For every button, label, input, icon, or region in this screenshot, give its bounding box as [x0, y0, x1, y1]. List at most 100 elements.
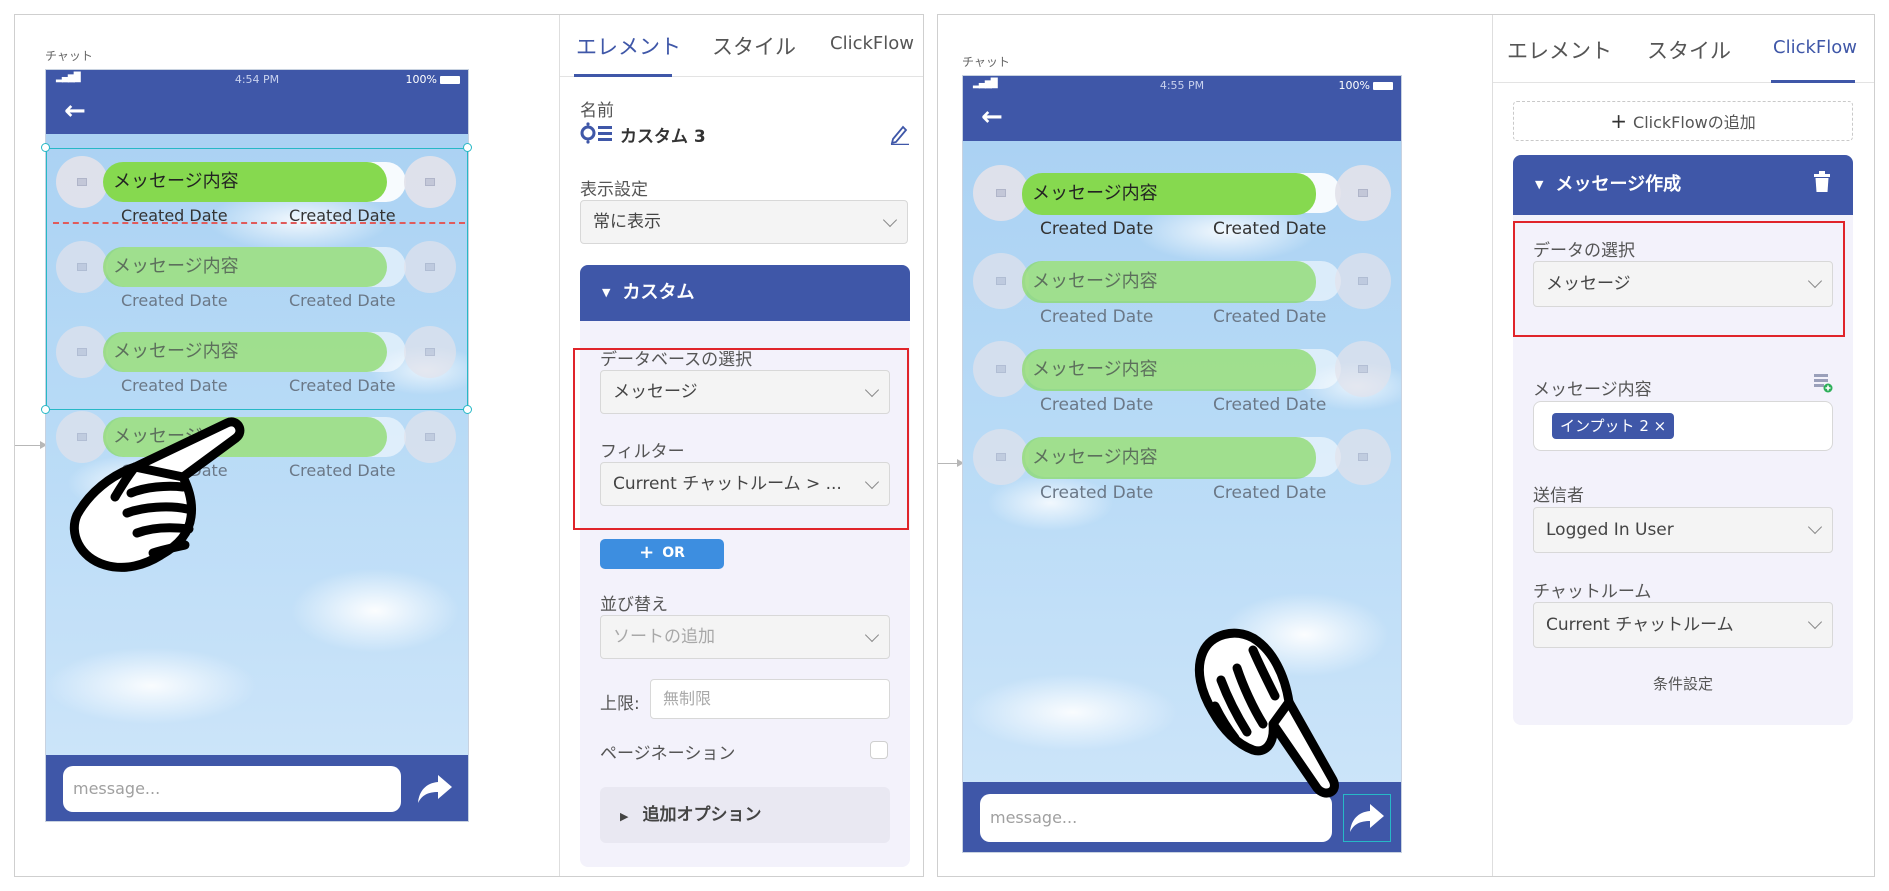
add-or-filter-button[interactable]: + OR: [600, 539, 724, 569]
canvas-page-label: チャット: [962, 55, 1010, 69]
editor-canvas: チャット ▂▄▆█ 4:54 PM 100% ← メッセージ内容 Created…: [15, 15, 560, 876]
resize-handle[interactable]: [463, 143, 472, 152]
cell-divider: [53, 222, 465, 224]
display-setting-select[interactable]: 常に表示: [580, 200, 908, 244]
canvas-page-label: チャット: [45, 49, 93, 63]
tab-clickflow[interactable]: ClickFlow: [1773, 37, 1857, 58]
message-bubble: メッセージ内容: [1022, 349, 1316, 391]
custom-section-header[interactable]: ▼ カスタム: [580, 265, 910, 321]
list-item[interactable]: メッセージ内容 Created Date Created Date: [963, 427, 1401, 503]
created-date: Created Date: [1040, 307, 1154, 327]
sort-label: 並び替え: [600, 595, 668, 615]
highlight-box: [573, 348, 909, 530]
message-input[interactable]: message...: [63, 766, 401, 812]
tab-element[interactable]: エレメント: [1507, 35, 1612, 65]
limit-input[interactable]: 無制限: [650, 679, 890, 719]
pointing-hand-icon: [65, 415, 255, 589]
list-item[interactable]: メッセージ内容 Created Date Created Date: [963, 339, 1401, 415]
status-time: 4:54 PM: [234, 73, 280, 86]
active-tab-indicator: [1771, 80, 1855, 83]
send-arrow-icon[interactable]: [412, 766, 458, 812]
pagination-checkbox[interactable]: [870, 741, 888, 759]
message-input-bar: message...: [46, 755, 468, 821]
sender-select[interactable]: Logged In User: [1533, 507, 1833, 553]
avatar: [404, 411, 456, 463]
pointing-hand-icon: [1193, 620, 1353, 804]
properties-panel: エレメント スタイル ClickFlow + ClickFlowの追加 ▼ メッセー…: [1492, 15, 1874, 876]
properties-panel: エレメント スタイル ClickFlow 名前 カスタム 3 表示設定 常に表示…: [559, 15, 923, 876]
created-date: Created Date: [289, 461, 396, 480]
tab-style[interactable]: スタイル: [712, 31, 796, 61]
right-screenshot-panel: チャット ▂▄▆█ 4:55 PM 100% ← メッセージ内容 Created…: [937, 14, 1875, 877]
resize-handle[interactable]: [41, 143, 50, 152]
element-name: カスタム 3: [620, 127, 706, 147]
chevron-down-icon: [1807, 614, 1823, 630]
editor-canvas: チャット ▂▄▆█ 4:55 PM 100% ← メッセージ内容 Created…: [938, 15, 1493, 876]
status-bar: ▂▄▆█ 4:54 PM 100%: [46, 70, 468, 89]
avatar: [973, 429, 1029, 485]
created-date: Created Date: [1213, 395, 1327, 415]
status-time: 4:55 PM: [1159, 79, 1205, 92]
condition-settings-link[interactable]: 条件設定: [1653, 673, 1713, 694]
custom-element-icon: [580, 122, 614, 144]
avatar: [973, 341, 1029, 397]
left-screenshot-panel: チャット ▂▄▆█ 4:54 PM 100% ← メッセージ内容 Created…: [14, 14, 924, 877]
tab-element[interactable]: エレメント: [576, 31, 681, 61]
message-bubble: メッセージ内容: [1022, 437, 1316, 479]
active-tab-indicator: [574, 74, 672, 77]
message-content-input[interactable]: インプット 2 ×: [1533, 401, 1833, 451]
battery-icon: [1373, 82, 1393, 90]
plus-icon: +: [1610, 109, 1628, 133]
back-arrow-icon[interactable]: ←: [981, 103, 1003, 131]
chevron-down-icon: [864, 627, 880, 643]
battery-icon: [440, 76, 460, 84]
display-setting-label: 表示設定: [580, 180, 648, 200]
list-item[interactable]: メッセージ内容 Created Date Created Date: [963, 251, 1401, 327]
plus-icon: +: [639, 542, 655, 563]
tab-clickflow[interactable]: ClickFlow: [830, 33, 914, 54]
flow-connector: [938, 459, 964, 467]
repeating-group-selection[interactable]: [46, 148, 468, 410]
caret-right-icon: ▶: [620, 810, 629, 823]
battery-indicator: 100%: [1339, 79, 1393, 92]
tab-style[interactable]: スタイル: [1647, 35, 1731, 65]
sort-select[interactable]: ソートの追加: [600, 615, 890, 659]
avatar: [1335, 253, 1391, 309]
message-bubble: メッセージ内容: [1022, 173, 1316, 215]
chatroom-select[interactable]: Current チャットルーム: [1533, 602, 1833, 648]
name-label: 名前: [580, 101, 614, 121]
highlight-box: [1513, 221, 1845, 337]
add-clickflow-button[interactable]: + ClickFlowの追加: [1513, 101, 1853, 141]
database-add-icon[interactable]: [1813, 373, 1833, 393]
list-item[interactable]: メッセージ内容 Created Date Created Date: [963, 163, 1401, 239]
back-arrow-icon[interactable]: ←: [64, 97, 86, 125]
input-tag[interactable]: インプット 2 ×: [1552, 413, 1675, 439]
pagination-label: ページネーション: [600, 744, 736, 764]
created-date: Created Date: [1213, 219, 1327, 239]
nav-bar: ←: [46, 89, 468, 134]
clickflow-section-header[interactable]: ▼ メッセージ作成: [1513, 155, 1853, 215]
message-bubble: メッセージ内容: [1022, 261, 1316, 303]
created-date: Created Date: [1213, 307, 1327, 327]
resize-handle[interactable]: [463, 405, 472, 414]
battery-indicator: 100%: [406, 73, 460, 86]
created-date: Created Date: [1040, 395, 1154, 415]
trash-icon[interactable]: [1813, 171, 1830, 192]
pencil-icon[interactable]: [890, 123, 910, 146]
avatar: [973, 165, 1029, 221]
resize-handle[interactable]: [41, 405, 50, 414]
avatar: [1335, 165, 1391, 221]
chevron-down-icon: [1807, 519, 1823, 535]
chevron-down-icon: [882, 212, 898, 228]
property-tabs: エレメント スタイル ClickFlow: [1493, 15, 1874, 83]
avatar: [1335, 429, 1391, 485]
property-tabs: エレメント スタイル ClickFlow: [560, 15, 923, 77]
created-date: Created Date: [1040, 219, 1154, 239]
additional-options-toggle[interactable]: ▶ 追加オプション: [600, 787, 890, 843]
avatar: [973, 253, 1029, 309]
sender-label: 送信者: [1533, 486, 1584, 506]
created-date: Created Date: [1040, 483, 1154, 503]
signal-icon: ▂▄▆█: [56, 73, 81, 83]
message-content-label: メッセージ内容: [1533, 380, 1652, 400]
avatar: [1335, 341, 1391, 397]
